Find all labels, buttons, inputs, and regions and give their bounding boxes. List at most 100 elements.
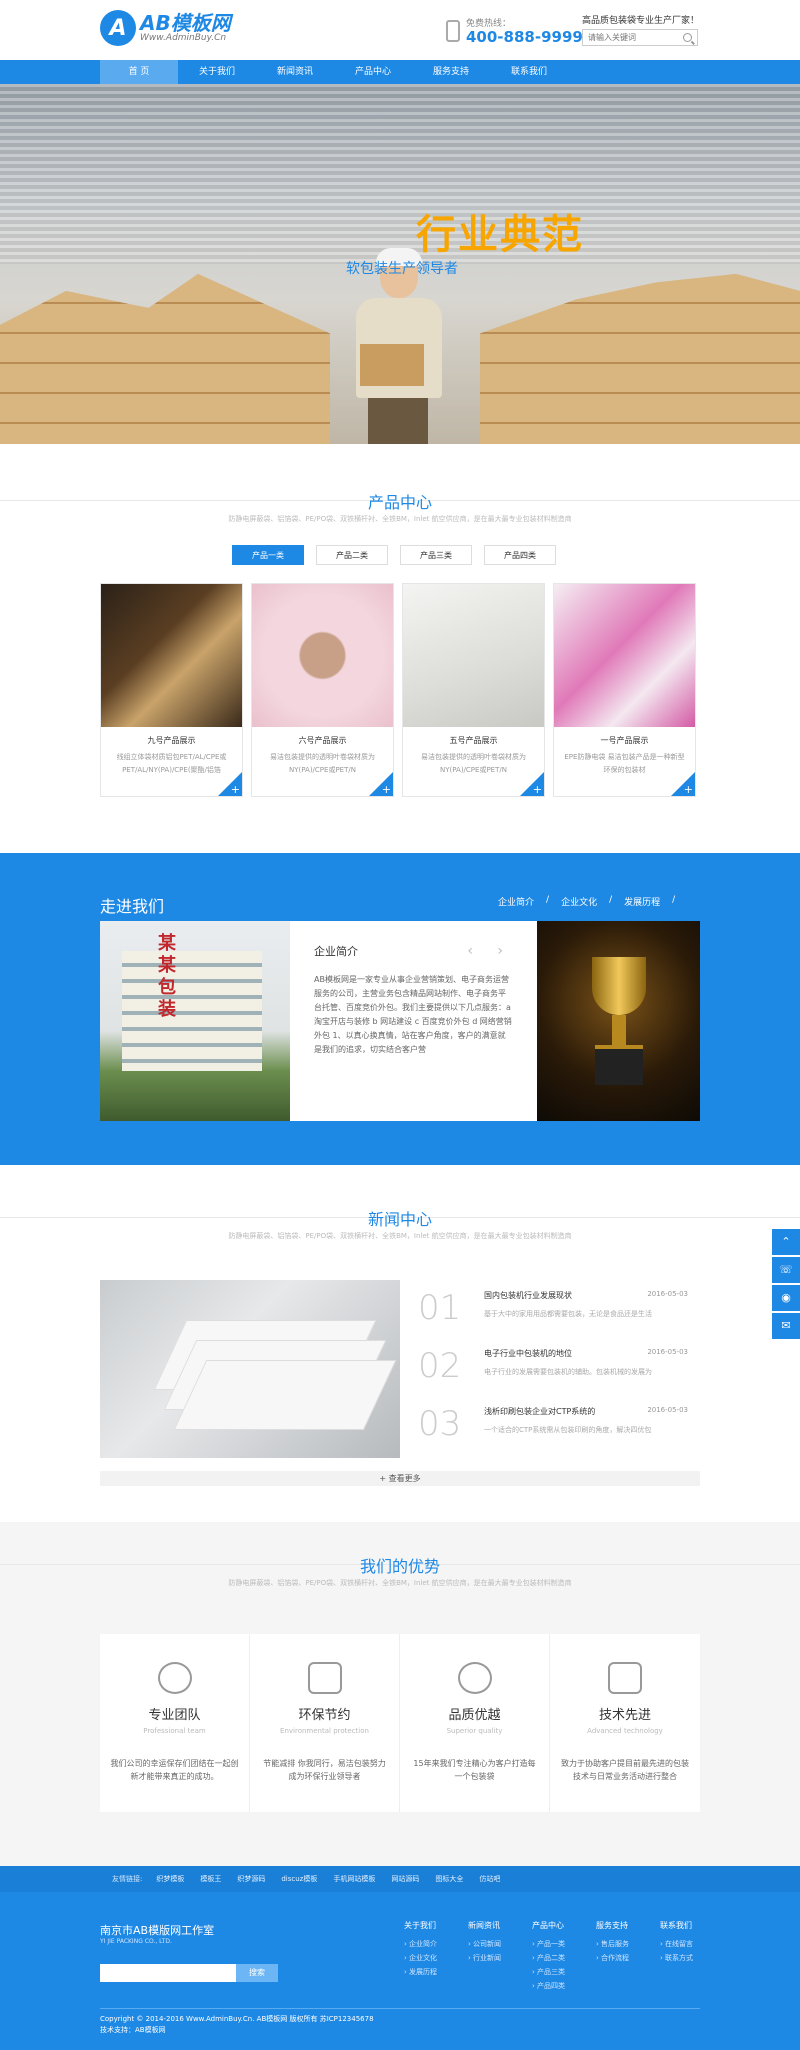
friend-link[interactable]: 模板王 (200, 1866, 221, 1892)
news-summary: 电子行业的发展需要包装机的辅助。包装机械的发展为 (484, 1368, 652, 1376)
plus-icon[interactable]: + (684, 784, 693, 795)
product-card[interactable]: 六号产品展示 易洁包装提供的透明叶卷袋材质为NY(PA)/CPE或PET/N + (251, 583, 394, 797)
news-date: 2016-05-03 (647, 1290, 688, 1298)
nav-item-products[interactable]: 产品中心 (334, 60, 412, 84)
nav-item-service[interactable]: 服务支持 (412, 60, 490, 84)
footer-link[interactable]: › 产品二类 (532, 1951, 596, 1965)
phone-icon[interactable]: ☏ (772, 1257, 800, 1283)
side-toolbar: ⌃ ☏ ◉ ✉ (772, 1229, 800, 1341)
footer-company-en: YI JIE PACKING CO., LTD. (100, 1938, 172, 1945)
footer-link[interactable]: › 公司新闻 (468, 1937, 532, 1951)
about-link-intro[interactable]: 企业简介 (498, 895, 534, 908)
qq-icon[interactable]: ◉ (772, 1285, 800, 1311)
footer-link[interactable]: › 产品一类 (532, 1937, 596, 1951)
warehouse-shutter (0, 84, 800, 264)
news-item-title[interactable]: 电子行业中包装机的地位 (484, 1348, 572, 1359)
footer-link[interactable]: › 联系方式 (660, 1951, 724, 1965)
friend-link[interactable]: 织梦模板 (156, 1866, 184, 1892)
tab-products-1[interactable]: 产品一类 (232, 545, 304, 565)
nav-item-contact[interactable]: 联系我们 (490, 60, 568, 84)
news-summary: 一个适合的CTP系统需从包装印刷的角度，解决四优包 (484, 1426, 652, 1434)
footer-link[interactable]: › 在线留言 (660, 1937, 724, 1951)
friend-link[interactable]: discuz模板 (281, 1866, 317, 1892)
product-name: 五号产品展示 (449, 736, 498, 745)
news-item-title[interactable]: 浅析印刷包装企业对CTP系统的 (484, 1406, 595, 1417)
tech-support: 技术支持：AB模板网 (100, 2026, 166, 2034)
hotline-number: 400-888-9999 (466, 28, 583, 46)
plus-icon[interactable]: + (533, 784, 542, 795)
plus-icon[interactable]: + (231, 784, 240, 795)
about-link-culture[interactable]: 企业文化 (561, 895, 597, 908)
footer-col-title[interactable]: 联系我们 (660, 1920, 724, 1931)
footer-col-title[interactable]: 关于我们 (404, 1920, 468, 1931)
footer-search-input[interactable] (100, 1964, 236, 1982)
friend-link[interactable]: 图标大全 (435, 1866, 463, 1892)
footer-link[interactable]: › 企业文化 (404, 1951, 468, 1965)
news-item[interactable]: 01 国内包装机行业发展现状 2016-05-03 基于大中的家用用品都需要包装，… (418, 1290, 688, 1348)
friend-link[interactable]: 织梦源码 (237, 1866, 265, 1892)
carousel-arrows-icon[interactable]: ‹ › (467, 943, 513, 959)
search-input[interactable] (583, 30, 681, 45)
advantages-desc: 防静电屏蔽袋、铝箔袋、PE/PO袋、双铁横杆衬、全铁BM，Inlet 航空供应商… (228, 1579, 572, 1587)
product-image (101, 584, 242, 727)
footer-link[interactable]: › 售后服务 (596, 1937, 660, 1951)
advantage-desc: 节能减排 你我同行，易洁包装努力成为环保行业领导者 (263, 1759, 386, 1781)
product-card[interactable]: 九号产品展示 线组立体袋材质铝包PET/AL/CPE或PET/AL/NY(PA)… (100, 583, 243, 797)
news-item-title[interactable]: 国内包装机行业发展现状 (484, 1290, 572, 1301)
hero-banner[interactable]: 行业典范 软包装生产领导者 (0, 84, 800, 444)
about-links: 企业简介 / 企业文化 / 发展历程 / (498, 895, 676, 908)
about-text-body: AB模板网是一家专业从事企业营销策划、电子商务运营服务的公司，主营业务包含精品网… (314, 975, 512, 1054)
footer-link[interactable]: › 产品三类 (532, 1965, 596, 1979)
news-number: 03 (418, 1404, 462, 1444)
tab-products-3[interactable]: 产品三类 (400, 545, 472, 565)
footer-link[interactable]: › 行业新闻 (468, 1951, 532, 1965)
product-image (252, 584, 393, 727)
friend-link[interactable]: 手机网站模板 (333, 1866, 375, 1892)
friend-links-bar: 友情链接: 织梦模板 模板王 织梦源码 discuz模板 手机网站模板 网站源码… (0, 1866, 800, 1892)
site-logo[interactable]: A AB模板网 Www.AdminBuy.Cn (100, 10, 231, 46)
main-nav: 首 页 关于我们 新闻资讯 产品中心 服务支持 联系我们 (0, 60, 800, 84)
news-item[interactable]: 03 浅析印刷包装企业对CTP系统的 2016-05-03 一个适合的CTP系统需… (418, 1406, 688, 1464)
footer-col-title[interactable]: 服务支持 (596, 1920, 660, 1931)
news-title: 新闻中心 (367, 1210, 432, 1229)
product-card[interactable]: 一号产品展示 EPE防静电袋 易洁包装产品是一种新型环保的包装材 + (553, 583, 696, 797)
about-link-history[interactable]: 发展历程 (624, 895, 660, 908)
news-summary: 基于大中的家用用品都需要包装，无论是食品还是生活 (484, 1310, 652, 1318)
product-card[interactable]: 五号产品展示 易洁包装提供的透明叶卷袋材质为NY(PA)/CPE或PET/N + (402, 583, 545, 797)
friend-link[interactable]: 网站源码 (391, 1866, 419, 1892)
footer-col-title[interactable]: 产品中心 (532, 1920, 596, 1931)
about-text-panel: 企业简介 ‹ › AB模板网是一家专业从事企业营销策划、电子商务运营服务的公司，… (290, 921, 537, 1121)
news-item[interactable]: 02 电子行业中包装机的地位 2016-05-03 电子行业的发展需要包装机的辅助… (418, 1348, 688, 1406)
site-footer: 南京市AB模版网工作室 YI JIE PACKING CO., LTD. 搜索 … (0, 1892, 800, 2050)
product-image (554, 584, 695, 727)
footer-link[interactable]: › 发展历程 (404, 1965, 468, 1979)
footer-link[interactable]: › 产品四类 (532, 1979, 596, 1993)
product-image (403, 584, 544, 727)
tab-products-2[interactable]: 产品二类 (316, 545, 388, 565)
compass-icon (608, 1662, 642, 1694)
advantage-card: 环保节约 Environmental protection 节能减排 你我同行，… (250, 1634, 400, 1812)
advantage-en: Superior quality (446, 1727, 503, 1735)
plant-hand-icon (307, 1662, 342, 1694)
carton-stack-right (480, 274, 800, 444)
footer-search-button[interactable]: 搜索 (236, 1964, 278, 1982)
logo-url: Www.AdminBuy.Cn (140, 33, 227, 43)
back-to-top-icon[interactable]: ⌃ (772, 1229, 800, 1255)
message-icon[interactable]: ✉ (772, 1313, 800, 1339)
friend-link[interactable]: 仿站吧 (479, 1866, 500, 1892)
tab-products-4[interactable]: 产品四类 (484, 545, 556, 565)
nav-item-home[interactable]: 首 页 (100, 60, 178, 84)
news-image (100, 1280, 400, 1458)
product-name: 六号产品展示 (298, 736, 347, 745)
footer-link[interactable]: › 合作流程 (596, 1951, 660, 1965)
nav-item-about[interactable]: 关于我们 (178, 60, 256, 84)
view-more-button[interactable]: + 查看更多 (100, 1471, 700, 1486)
plus-icon[interactable]: + (382, 784, 391, 795)
advantages-title: 我们的优势 (359, 1557, 440, 1576)
footer-col-title[interactable]: 新闻资讯 (468, 1920, 532, 1931)
news-date: 2016-05-03 (647, 1348, 688, 1356)
product-name: 一号产品展示 (600, 736, 649, 745)
nav-item-news[interactable]: 新闻资讯 (256, 60, 334, 84)
footer-link[interactable]: › 企业简介 (404, 1937, 468, 1951)
search-icon[interactable] (683, 33, 692, 42)
